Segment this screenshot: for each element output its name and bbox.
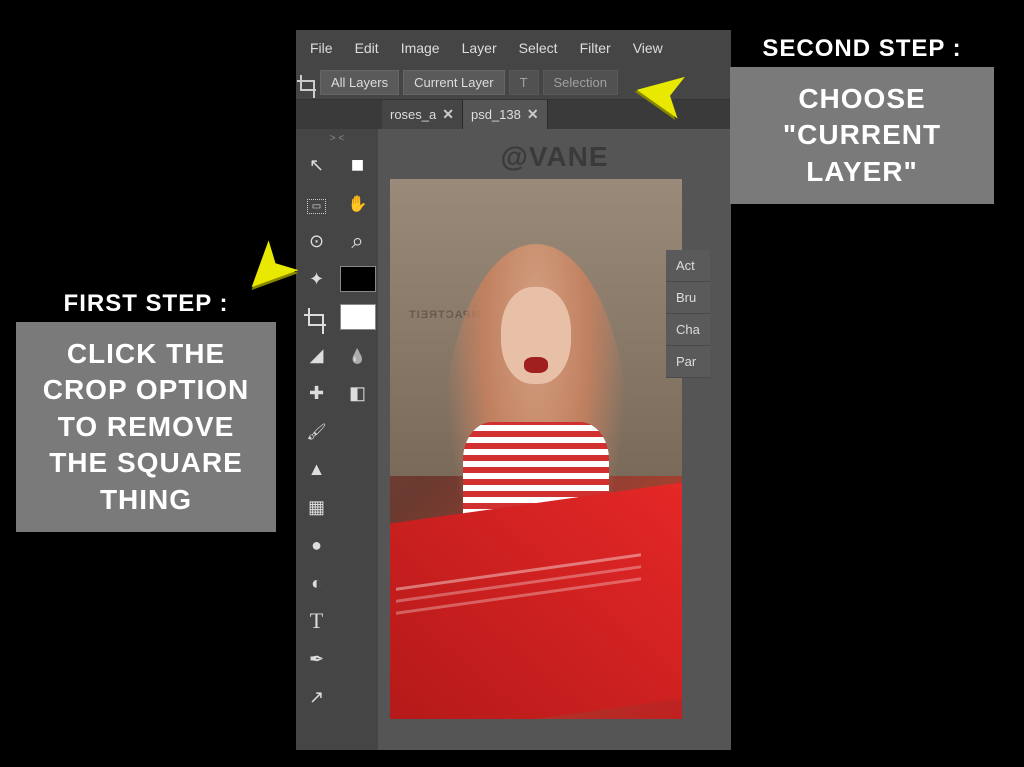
menu-file[interactable]: File: [300, 36, 343, 60]
heal-tool[interactable]: [296, 374, 337, 412]
lasso-tool[interactable]: [296, 222, 337, 260]
zoom-icon: [351, 228, 363, 254]
first-step-text: CLICK THE CROP OPTION TO REMOVE THE SQUA…: [16, 322, 276, 532]
artboard-tool[interactable]: [337, 146, 378, 184]
text-tool[interactable]: [296, 602, 337, 640]
option-all-layers[interactable]: All Layers: [320, 70, 399, 95]
tab-label: psd_138: [471, 107, 521, 122]
panel-actions[interactable]: Act: [666, 250, 710, 282]
crop-tool[interactable]: [296, 298, 337, 336]
option-third[interactable]: T: [509, 70, 539, 95]
path-icon: [309, 687, 324, 708]
empty-tool-6: [337, 602, 378, 640]
brush-icon: [306, 421, 326, 442]
blur-tool[interactable]: [296, 526, 337, 564]
background-swatch: [340, 304, 376, 330]
hand-icon: [348, 193, 368, 214]
heal-icon: [309, 383, 324, 404]
crop-icon: [300, 75, 316, 91]
swatch-fg-cell[interactable]: [337, 260, 378, 298]
empty-tool-7: [337, 640, 378, 678]
dodge-icon: [311, 573, 322, 594]
pen-icon: [309, 649, 324, 670]
empty-tool-8: [337, 678, 378, 716]
empty-tool-5: [337, 564, 378, 602]
image-lips: [524, 357, 547, 373]
menu-layer[interactable]: Layer: [452, 36, 507, 60]
empty-tool-4: [337, 526, 378, 564]
marquee-icon: [307, 193, 326, 214]
panel-paragraph[interactable]: Par: [666, 346, 710, 378]
annotation-second-step: SECOND STEP : CHOOSE "CURRENT LAYER": [730, 35, 994, 204]
second-step-text: CHOOSE "CURRENT LAYER": [730, 67, 994, 204]
menu-select[interactable]: Select: [509, 36, 568, 60]
option-current-layer[interactable]: Current Layer: [403, 70, 504, 95]
empty-tool-2: [337, 450, 378, 488]
canvas-area[interactable]: @VANE IMPACTREIT: [378, 129, 731, 750]
right-panel: Act Bru Cha Par: [666, 250, 710, 378]
crop-icon: [308, 308, 326, 326]
image-red-fabric: [390, 478, 682, 719]
hand-tool[interactable]: [337, 184, 378, 222]
panel-brushes[interactable]: Bru: [666, 282, 710, 314]
brush-tool[interactable]: [296, 412, 337, 450]
toolbox-collapse[interactable]: > <: [296, 131, 378, 146]
tab-roses[interactable]: roses_a ✕: [382, 100, 463, 129]
gradient-icon: [308, 497, 325, 518]
empty-tool-3: [337, 488, 378, 526]
panel-channels[interactable]: Cha: [666, 314, 710, 346]
tab-psd[interactable]: psd_138 ✕: [463, 100, 548, 129]
swatch-bg-cell[interactable]: [337, 298, 378, 336]
canvas-image: IMPACTREIT: [390, 179, 682, 719]
zoom-tool[interactable]: [337, 222, 378, 260]
toolbox: > <: [296, 129, 378, 750]
eraser-icon: [349, 383, 366, 404]
eraser-tool[interactable]: [337, 374, 378, 412]
eyedropper-icon: [349, 345, 366, 366]
wand-icon: [309, 269, 324, 290]
marquee-tool[interactable]: [296, 184, 337, 222]
slice-icon: [310, 345, 324, 366]
close-icon[interactable]: ✕: [442, 106, 454, 123]
close-icon[interactable]: ✕: [527, 106, 539, 123]
dodge-tool[interactable]: [296, 564, 337, 602]
menu-image[interactable]: Image: [391, 36, 450, 60]
tab-label: roses_a: [390, 107, 436, 122]
stamp-tool[interactable]: [296, 450, 337, 488]
path-tool[interactable]: [296, 678, 337, 716]
slice-tool[interactable]: [296, 336, 337, 374]
lasso-icon: [309, 231, 324, 252]
pen-tool[interactable]: [296, 640, 337, 678]
stamp-icon: [308, 459, 326, 480]
option-selection[interactable]: Selection: [543, 70, 618, 95]
menu-edit[interactable]: Edit: [345, 36, 389, 60]
second-step-label: SECOND STEP :: [730, 35, 994, 63]
menu-filter[interactable]: Filter: [570, 36, 621, 60]
first-step-label: FIRST STEP :: [16, 290, 276, 318]
workspace: > <: [296, 129, 731, 750]
empty-tool-1: [337, 412, 378, 450]
move-icon: [309, 155, 324, 176]
blur-icon: [311, 535, 322, 556]
editor-window: File Edit Image Layer Select Filter View…: [296, 30, 731, 750]
square-icon: [351, 152, 364, 178]
eyedropper-tool[interactable]: [337, 336, 378, 374]
watermark: @VANE: [500, 141, 608, 173]
foreground-swatch: [340, 266, 376, 292]
text-icon: [310, 608, 323, 634]
gradient-tool[interactable]: [296, 488, 337, 526]
annotation-first-step: FIRST STEP : CLICK THE CROP OPTION TO RE…: [16, 290, 276, 532]
tool-grid: [296, 146, 378, 716]
move-tool[interactable]: [296, 146, 337, 184]
